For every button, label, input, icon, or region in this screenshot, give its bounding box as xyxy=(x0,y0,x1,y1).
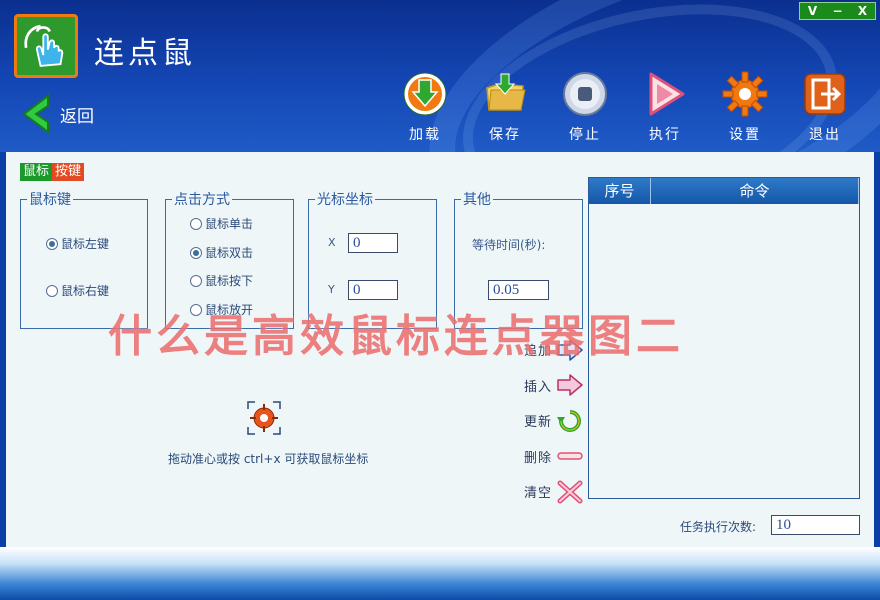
stop-label: 停止 xyxy=(569,127,601,143)
run-button[interactable]: 执行 xyxy=(625,70,705,144)
update-label: 更新 xyxy=(524,415,553,431)
append-label: 追加 xyxy=(524,344,553,360)
radio-label: 鼠标单击 xyxy=(205,217,254,231)
radio-double-click[interactable]: 鼠标双击 xyxy=(190,244,253,261)
radio-indicator xyxy=(190,217,202,230)
x-label: X xyxy=(328,236,336,249)
cursor-coords-legend: 光标坐标 xyxy=(317,192,373,208)
append-button[interactable]: 追加 xyxy=(524,332,584,368)
click-mode-legend: 点击方式 xyxy=(174,192,230,208)
command-list[interactable]: 序号 命令 xyxy=(588,177,860,499)
insert-label: 插入 xyxy=(524,379,553,395)
exit-icon xyxy=(804,73,846,115)
other-group: 其他 xyxy=(454,189,583,329)
app-window: V − X 连点鼠 返回 加载 保存 停止 执行 设置 退出 鼠标 按键 鼠标键… xyxy=(0,0,880,600)
settings-button[interactable]: 设置 xyxy=(705,70,785,144)
radio-indicator xyxy=(46,237,58,250)
y-label: Y xyxy=(328,283,335,296)
exit-label: 退出 xyxy=(809,127,841,143)
main-panel: 鼠标 按键 鼠标键 鼠标左键 鼠标右键 点击方式 鼠标单击 鼠标双击 鼠标按下 xyxy=(6,152,874,547)
wait-time-field[interactable]: 0.05 xyxy=(488,280,549,300)
radio-indicator xyxy=(190,274,202,287)
back-button[interactable]: 返回 xyxy=(18,92,94,136)
y-coord-field[interactable]: 0 xyxy=(348,280,398,300)
save-button[interactable]: 保存 xyxy=(465,70,545,144)
radio-label: 鼠标按下 xyxy=(205,274,254,288)
wait-time-label: 等待时间(秒): xyxy=(472,238,546,252)
restore-button[interactable]: V xyxy=(800,3,825,19)
chevron-left-icon xyxy=(22,94,49,134)
cursor-coords-group: 光标坐标 xyxy=(308,189,437,329)
crosshair-hint: 拖动准心或按 ctrl+x 可获取鼠标坐标 xyxy=(168,452,369,466)
load-label: 加载 xyxy=(409,127,441,143)
task-count-field[interactable]: 10 xyxy=(771,515,860,535)
header-bar: V − X 连点鼠 返回 加载 保存 停止 执行 设置 退出 xyxy=(0,0,880,152)
run-label: 执行 xyxy=(649,127,681,143)
radio-label: 鼠标右键 xyxy=(61,284,110,298)
insert-button[interactable]: 插入 xyxy=(524,368,584,404)
folder-save-icon xyxy=(486,73,526,111)
stop-icon xyxy=(563,72,607,116)
stop-button[interactable]: 停止 xyxy=(545,70,625,144)
save-label: 保存 xyxy=(489,127,521,143)
clear-label: 清空 xyxy=(524,486,553,502)
exit-button[interactable]: 退出 xyxy=(785,70,865,144)
minimize-button[interactable]: − xyxy=(825,3,850,19)
app-title: 连点鼠 xyxy=(94,36,196,71)
radio-mouse-up[interactable]: 鼠标放开 xyxy=(190,301,253,318)
radio-mouse-down[interactable]: 鼠标按下 xyxy=(190,272,253,289)
delete-label: 删除 xyxy=(524,450,553,466)
footer-bar xyxy=(0,547,880,600)
radio-indicator xyxy=(190,246,202,259)
list-operations: 追加 插入 更新 删除 清空 xyxy=(524,332,584,510)
radio-label: 鼠标放开 xyxy=(205,303,254,317)
app-logo xyxy=(14,14,78,78)
arrow-right-icon xyxy=(557,339,583,361)
hand-pointer-icon xyxy=(24,24,64,67)
radio-left-button[interactable]: 鼠标左键 xyxy=(46,235,109,252)
radio-label: 鼠标左键 xyxy=(61,237,110,251)
refresh-icon xyxy=(557,409,581,432)
clear-button[interactable]: 清空 xyxy=(524,474,584,510)
task-count-label: 任务执行次数: xyxy=(680,520,757,534)
section-tag: 鼠标 按键 xyxy=(20,163,85,181)
toolbar: 加载 保存 停止 执行 设置 退出 xyxy=(385,70,865,144)
x-coord-field[interactable]: 0 xyxy=(348,233,398,253)
radio-label: 鼠标双击 xyxy=(205,246,254,260)
mouse-key-group: 鼠标键 xyxy=(20,189,148,329)
delete-button[interactable]: 删除 xyxy=(524,439,584,475)
section-tag-part2: 按键 xyxy=(52,163,85,181)
window-controls: V − X xyxy=(799,2,876,20)
section-tag-part1: 鼠标 xyxy=(20,163,53,181)
col-index-header[interactable]: 序号 xyxy=(589,178,651,204)
back-label: 返回 xyxy=(60,106,94,127)
col-command-header[interactable]: 命令 xyxy=(651,178,859,204)
other-legend: 其他 xyxy=(463,192,491,208)
close-button[interactable]: X xyxy=(850,3,875,19)
command-list-header: 序号 命令 xyxy=(589,178,859,204)
play-icon xyxy=(649,72,685,116)
settings-label: 设置 xyxy=(729,127,761,143)
radio-indicator xyxy=(190,303,202,316)
radio-indicator xyxy=(46,284,58,297)
crosshair-icon[interactable] xyxy=(246,400,282,436)
minus-icon xyxy=(557,452,583,460)
clear-x-icon xyxy=(557,480,583,504)
download-icon xyxy=(403,72,447,116)
update-button[interactable]: 更新 xyxy=(524,403,584,439)
mouse-key-legend: 鼠标键 xyxy=(29,192,71,208)
gear-icon xyxy=(722,71,768,117)
arrow-right-pink-icon xyxy=(557,374,583,396)
load-button[interactable]: 加载 xyxy=(385,70,465,144)
radio-right-button[interactable]: 鼠标右键 xyxy=(46,282,109,299)
radio-single-click[interactable]: 鼠标单击 xyxy=(190,215,253,232)
